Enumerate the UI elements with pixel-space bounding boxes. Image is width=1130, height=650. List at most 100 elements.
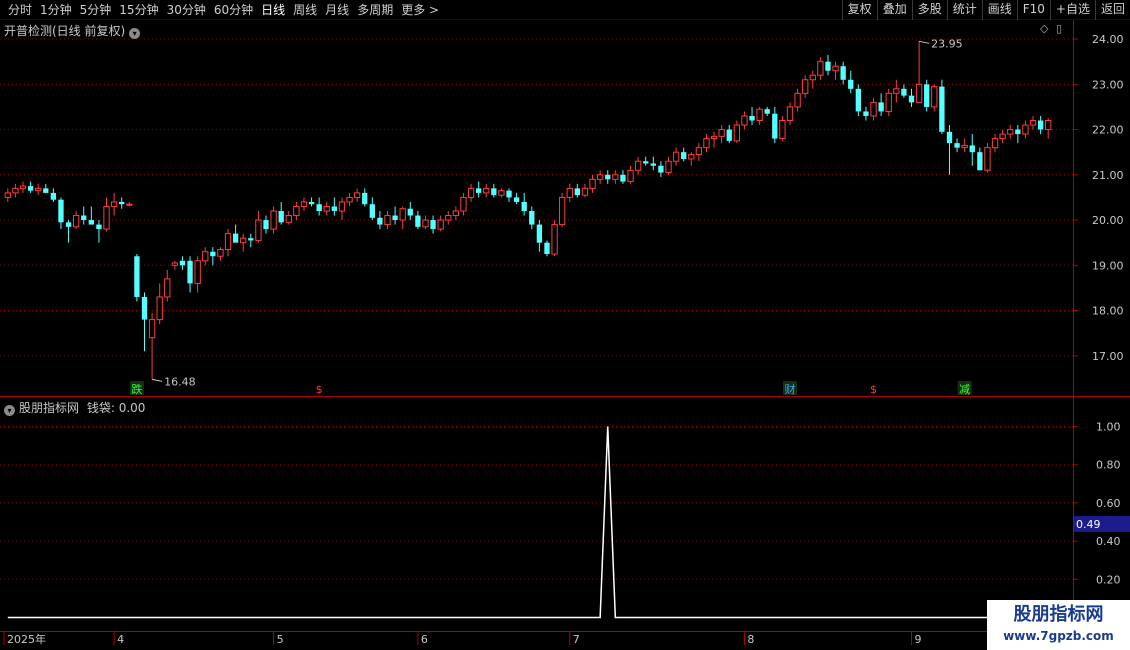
annotation-pointer <box>151 378 163 382</box>
candle-body <box>825 61 831 71</box>
y-tick-label: 17.00 <box>1092 350 1124 363</box>
candle-body <box>946 131 953 144</box>
candle-body <box>240 237 247 244</box>
y-tick-label: 22.00 <box>1092 124 1124 137</box>
candle-body <box>422 219 429 228</box>
candle-body <box>35 187 42 192</box>
candle-body <box>991 138 999 149</box>
candle-body <box>491 188 497 196</box>
candle-body <box>643 161 649 164</box>
y-tick-label: 0.80 <box>1096 459 1121 472</box>
candle-body <box>772 113 778 139</box>
chart-canvas[interactable]: 24.00 23.00 22.00 21.00 20.00 19.00 18.00 17.00… <box>0 0 1130 650</box>
candle-body <box>4 192 11 198</box>
indicator-line <box>7 426 996 619</box>
candle-body <box>308 201 315 205</box>
candle-body <box>224 233 232 250</box>
candle-body <box>392 215 398 221</box>
candle-body <box>72 215 80 228</box>
candle-body <box>263 220 269 230</box>
candle-body <box>794 92 801 108</box>
candle-body <box>346 196 353 203</box>
candle-body <box>316 204 322 211</box>
candle-body <box>1007 129 1014 135</box>
candle-body <box>460 196 467 212</box>
candle-body <box>452 210 460 217</box>
candle-body <box>187 260 193 284</box>
x-tick-label: 8 <box>747 633 754 646</box>
candle-body <box>430 220 436 230</box>
annotation-pointer <box>919 40 930 44</box>
candle-body <box>126 203 133 206</box>
candle-body <box>119 201 125 205</box>
candle-body <box>331 206 338 211</box>
candle-body <box>961 144 968 149</box>
event-marker: 跌 <box>131 382 142 396</box>
candle-body <box>1015 129 1021 135</box>
candle-body <box>217 248 224 257</box>
candle-body <box>915 83 923 103</box>
candle-body <box>415 215 421 227</box>
cursor-value-label: 0.49 <box>1076 518 1101 531</box>
candle-body <box>848 79 854 89</box>
candle-body <box>156 296 163 321</box>
candle-body <box>977 152 983 171</box>
candle-body <box>574 188 581 196</box>
candle-body <box>596 174 604 180</box>
candle-body <box>908 95 915 103</box>
candle-body <box>141 296 148 320</box>
candle-body <box>498 190 505 196</box>
candle-body <box>840 66 846 80</box>
y-tick-label: 18.00 <box>1092 305 1124 318</box>
candle-body <box>483 187 490 194</box>
candle-body <box>589 178 596 189</box>
candle-body <box>939 86 945 132</box>
candle-body <box>134 256 140 297</box>
candle-body <box>969 145 975 153</box>
candle-body <box>779 120 786 140</box>
candle-body <box>581 187 589 196</box>
candle-body <box>1045 120 1052 131</box>
candle-body <box>521 201 527 211</box>
price-annotation: 16.48 <box>164 375 196 388</box>
y-tick-label: 0.40 <box>1096 535 1121 548</box>
candle-body <box>710 135 718 140</box>
candle-body <box>293 205 300 217</box>
candle-body <box>110 201 118 207</box>
candle-body <box>506 190 512 198</box>
price-annotation: 23.95 <box>931 37 963 50</box>
candle-body <box>362 192 368 205</box>
candle-body <box>467 187 475 198</box>
candle-body <box>437 219 444 230</box>
candle-body <box>756 108 763 121</box>
watermark-title: 股朋指标网 <box>1013 604 1104 625</box>
x-tick-label: 5 <box>277 633 284 646</box>
candle-body <box>43 188 49 193</box>
candle-body <box>529 211 535 225</box>
candle-body <box>681 152 687 159</box>
candle-body <box>88 220 94 225</box>
candle-body <box>612 174 619 180</box>
candle-body <box>870 101 877 117</box>
candle-body <box>202 251 209 262</box>
candle-body <box>1029 120 1037 126</box>
candle-body <box>863 111 869 116</box>
candle-body <box>786 106 794 122</box>
candle-body <box>171 262 179 266</box>
candle-body <box>688 153 695 160</box>
candle-body <box>248 238 254 241</box>
event-marker: 减 <box>959 383 970 396</box>
candle-body <box>399 208 406 221</box>
candle-body <box>817 61 824 76</box>
candle-body <box>551 224 558 255</box>
candle-body <box>809 74 816 81</box>
y-tick-label: 1.00 <box>1096 421 1121 434</box>
y-tick-label: 0.20 <box>1096 573 1121 586</box>
candle-body <box>300 201 308 207</box>
y-tick-label: 23.00 <box>1092 78 1124 91</box>
marker-dollar: $ <box>870 383 877 396</box>
candle-body <box>164 278 171 298</box>
candle-body <box>672 151 680 162</box>
candle-body <box>726 129 732 141</box>
candle-body <box>96 224 102 230</box>
